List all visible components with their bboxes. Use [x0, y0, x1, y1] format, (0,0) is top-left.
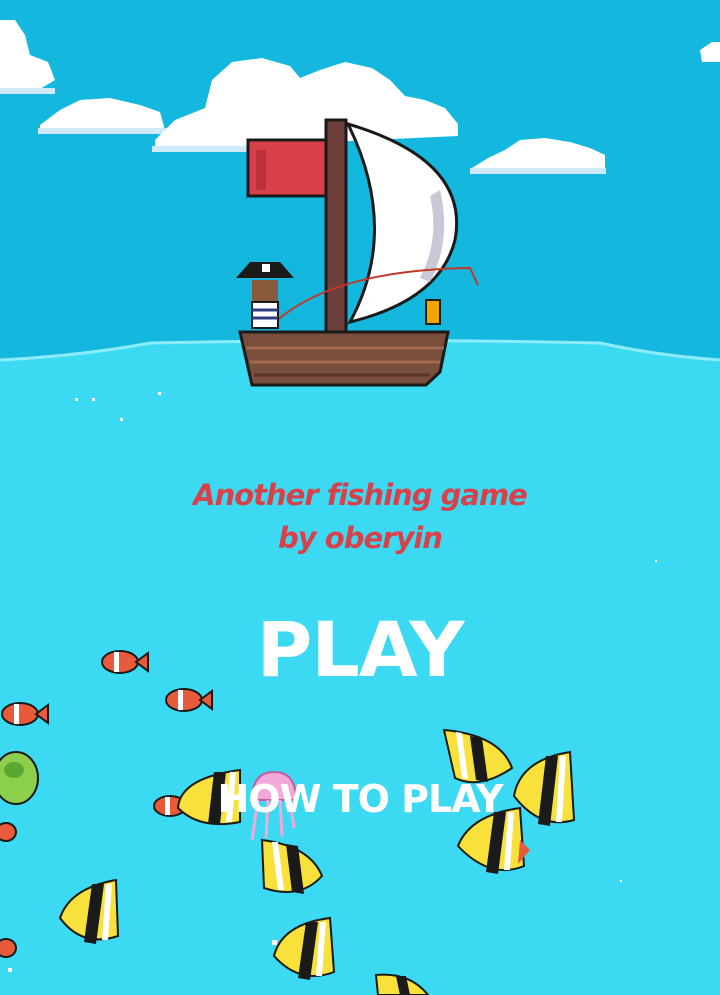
- subtitle-line: by oberyin: [278, 521, 443, 555]
- clownfish-icon: [0, 822, 17, 842]
- subtitle-line: Another fishing game: [193, 478, 528, 512]
- game-subtitle: Another fishing game by oberyin: [0, 474, 720, 560]
- how-to-play-button[interactable]: HOW TO PLAY: [0, 774, 720, 824]
- play-button[interactable]: PLAY: [0, 605, 720, 695]
- clownfish-icon: [0, 938, 17, 958]
